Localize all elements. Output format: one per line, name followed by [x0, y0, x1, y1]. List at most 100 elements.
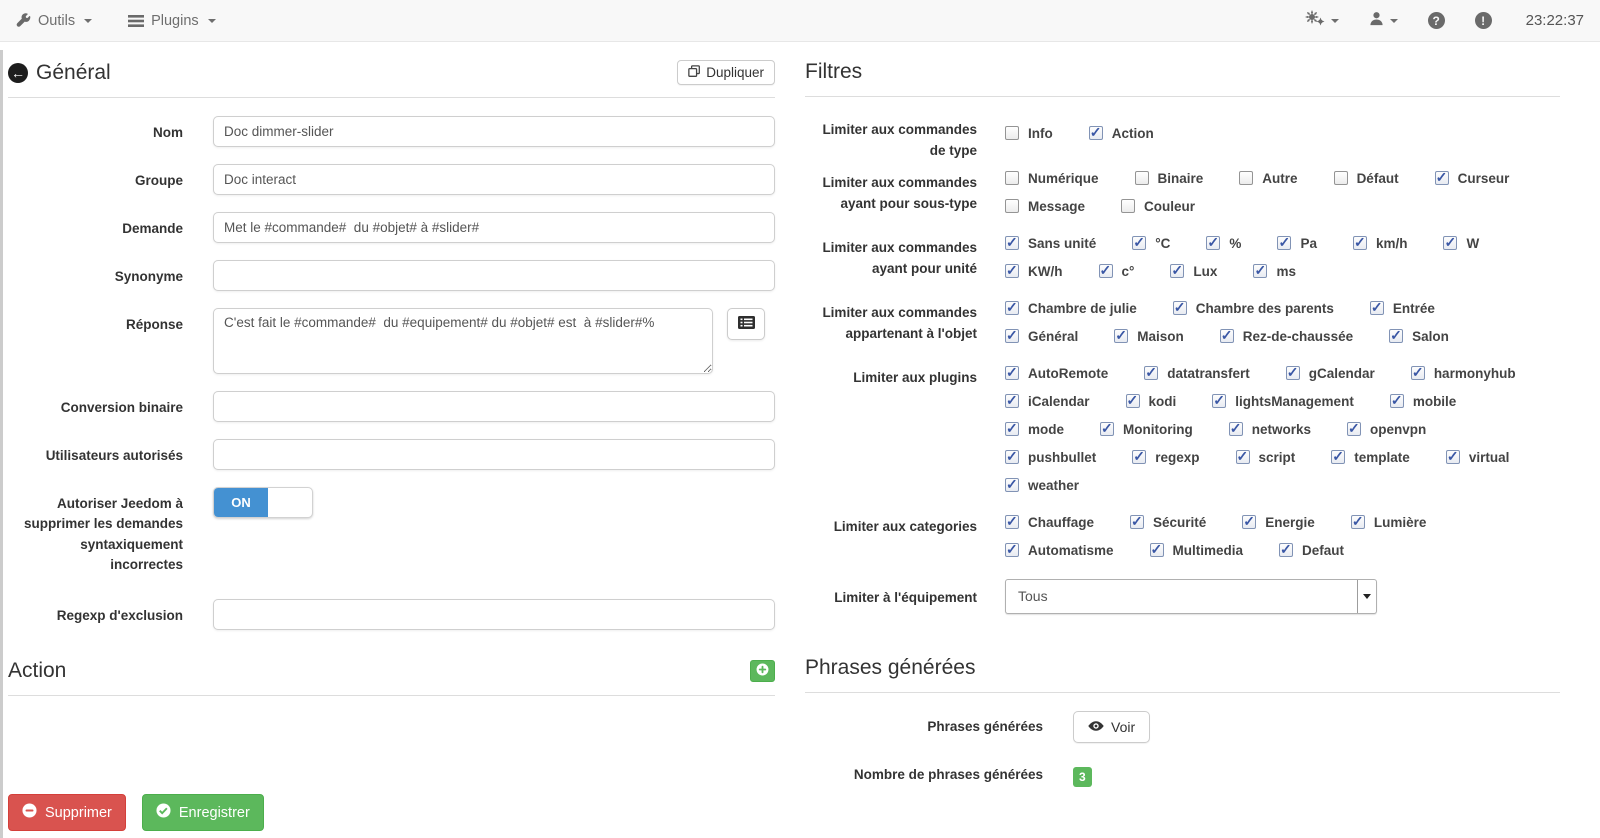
- voir-button[interactable]: Voir: [1073, 711, 1150, 743]
- back-arrow-icon[interactable]: ←: [8, 63, 28, 83]
- checkbox-checked-icon[interactable]: [1005, 394, 1019, 408]
- filter-checkbox-item[interactable]: pushbullet: [1005, 450, 1096, 465]
- checkbox-checked-icon[interactable]: [1005, 543, 1019, 557]
- filter-checkbox-item[interactable]: %: [1206, 236, 1241, 251]
- nom-input[interactable]: [213, 116, 775, 147]
- filter-checkbox-item[interactable]: gCalendar: [1286, 366, 1375, 381]
- checkbox-checked-icon[interactable]: [1005, 301, 1019, 315]
- user-menu[interactable]: [1369, 11, 1398, 31]
- checkbox-checked-icon[interactable]: [1351, 515, 1365, 529]
- checkbox-checked-icon[interactable]: [1277, 236, 1291, 250]
- filter-checkbox-item[interactable]: datatransfert: [1144, 366, 1250, 381]
- checkbox-unchecked-icon[interactable]: [1005, 126, 1019, 140]
- delete-button[interactable]: Supprimer: [8, 794, 126, 831]
- filter-checkbox-item[interactable]: ms: [1253, 264, 1296, 279]
- filter-checkbox-item[interactable]: regexp: [1132, 450, 1199, 465]
- filter-checkbox-item[interactable]: KW/h: [1005, 264, 1063, 279]
- filter-checkbox-item[interactable]: AutoRemote: [1005, 366, 1108, 381]
- checkbox-unchecked-icon[interactable]: [1135, 171, 1149, 185]
- checkbox-checked-icon[interactable]: [1144, 366, 1158, 380]
- checkbox-checked-icon[interactable]: [1443, 236, 1457, 250]
- checkbox-checked-icon[interactable]: [1253, 264, 1267, 278]
- checkbox-checked-icon[interactable]: [1126, 394, 1140, 408]
- groupe-input[interactable]: [213, 164, 775, 195]
- checkbox-checked-icon[interactable]: [1435, 171, 1449, 185]
- checkbox-checked-icon[interactable]: [1170, 264, 1184, 278]
- equipement-select[interactable]: Tous: [1005, 579, 1377, 614]
- checkbox-checked-icon[interactable]: [1390, 394, 1404, 408]
- checkbox-checked-icon[interactable]: [1114, 329, 1128, 343]
- checkbox-checked-icon[interactable]: [1005, 515, 1019, 529]
- filter-checkbox-item[interactable]: Pa: [1277, 236, 1317, 251]
- filter-checkbox-item[interactable]: lightsManagement: [1212, 394, 1354, 409]
- filter-checkbox-item[interactable]: Binaire: [1135, 171, 1204, 186]
- filter-checkbox-item[interactable]: Monitoring: [1100, 422, 1193, 437]
- filter-checkbox-item[interactable]: kodi: [1126, 394, 1177, 409]
- filter-checkbox-item[interactable]: Numérique: [1005, 171, 1099, 186]
- filter-checkbox-item[interactable]: Message: [1005, 199, 1085, 214]
- checkbox-checked-icon[interactable]: [1347, 422, 1361, 436]
- filter-checkbox-item[interactable]: Chauffage: [1005, 515, 1094, 530]
- checkbox-checked-icon[interactable]: [1005, 366, 1019, 380]
- filter-checkbox-item[interactable]: Maison: [1114, 329, 1184, 344]
- utilisateurs-input[interactable]: [213, 439, 775, 470]
- filter-checkbox-item[interactable]: Sans unité: [1005, 236, 1096, 251]
- conversion-binaire-input[interactable]: [213, 391, 775, 422]
- filter-checkbox-item[interactable]: virtual: [1446, 450, 1510, 465]
- settings-menu[interactable]: [1305, 10, 1339, 31]
- checkbox-checked-icon[interactable]: [1173, 301, 1187, 315]
- regexp-input[interactable]: [213, 599, 775, 630]
- filter-checkbox-item[interactable]: Multimedia: [1150, 543, 1244, 558]
- checkbox-checked-icon[interactable]: [1212, 394, 1226, 408]
- checkbox-checked-icon[interactable]: [1206, 236, 1220, 250]
- checkbox-checked-icon[interactable]: [1005, 329, 1019, 343]
- filter-checkbox-item[interactable]: Energie: [1242, 515, 1315, 530]
- save-button[interactable]: Enregistrer: [142, 794, 264, 831]
- duplicate-button[interactable]: Dupliquer: [677, 60, 775, 85]
- checkbox-checked-icon[interactable]: [1242, 515, 1256, 529]
- filter-checkbox-item[interactable]: Défaut: [1334, 171, 1399, 186]
- checkbox-checked-icon[interactable]: [1279, 543, 1293, 557]
- checkbox-checked-icon[interactable]: [1370, 301, 1384, 315]
- checkbox-unchecked-icon[interactable]: [1121, 199, 1135, 213]
- filter-checkbox-item[interactable]: weather: [1005, 478, 1079, 493]
- checkbox-checked-icon[interactable]: [1132, 450, 1146, 464]
- list-alt-button[interactable]: [727, 308, 765, 340]
- checkbox-checked-icon[interactable]: [1005, 450, 1019, 464]
- checkbox-checked-icon[interactable]: [1220, 329, 1234, 343]
- filter-checkbox-item[interactable]: mobile: [1390, 394, 1457, 409]
- checkbox-unchecked-icon[interactable]: [1005, 171, 1019, 185]
- filter-checkbox-item[interactable]: Lumière: [1351, 515, 1427, 530]
- checkbox-checked-icon[interactable]: [1005, 236, 1019, 250]
- filter-checkbox-item[interactable]: Lux: [1170, 264, 1217, 279]
- checkbox-checked-icon[interactable]: [1005, 478, 1019, 492]
- menu-outils[interactable]: Outils: [16, 13, 92, 29]
- help-button[interactable]: ?: [1428, 12, 1445, 29]
- checkbox-unchecked-icon[interactable]: [1239, 171, 1253, 185]
- checkbox-checked-icon[interactable]: [1005, 422, 1019, 436]
- filter-checkbox-item[interactable]: Couleur: [1121, 199, 1195, 214]
- checkbox-checked-icon[interactable]: [1089, 126, 1103, 140]
- checkbox-unchecked-icon[interactable]: [1334, 171, 1348, 185]
- filter-checkbox-item[interactable]: Rez-de-chaussée: [1220, 329, 1353, 344]
- filter-checkbox-item[interactable]: Info: [1005, 118, 1053, 149]
- checkbox-checked-icon[interactable]: [1331, 450, 1345, 464]
- filter-checkbox-item[interactable]: Salon: [1389, 329, 1449, 344]
- filter-checkbox-item[interactable]: Entrée: [1370, 301, 1435, 316]
- filter-checkbox-item[interactable]: Defaut: [1279, 543, 1344, 558]
- checkbox-checked-icon[interactable]: [1150, 543, 1164, 557]
- checkbox-checked-icon[interactable]: [1286, 366, 1300, 380]
- checkbox-checked-icon[interactable]: [1132, 236, 1146, 250]
- checkbox-checked-icon[interactable]: [1229, 422, 1243, 436]
- filter-checkbox-item[interactable]: Automatisme: [1005, 543, 1114, 558]
- add-action-button[interactable]: [750, 660, 775, 682]
- checkbox-checked-icon[interactable]: [1236, 450, 1250, 464]
- checkbox-checked-icon[interactable]: [1353, 236, 1367, 250]
- filter-checkbox-item[interactable]: iCalendar: [1005, 394, 1090, 409]
- checkbox-checked-icon[interactable]: [1130, 515, 1144, 529]
- checkbox-checked-icon[interactable]: [1005, 264, 1019, 278]
- filter-checkbox-item[interactable]: Général: [1005, 329, 1078, 344]
- checkbox-checked-icon[interactable]: [1411, 366, 1425, 380]
- checkbox-checked-icon[interactable]: [1100, 422, 1114, 436]
- filter-checkbox-item[interactable]: Sécurité: [1130, 515, 1206, 530]
